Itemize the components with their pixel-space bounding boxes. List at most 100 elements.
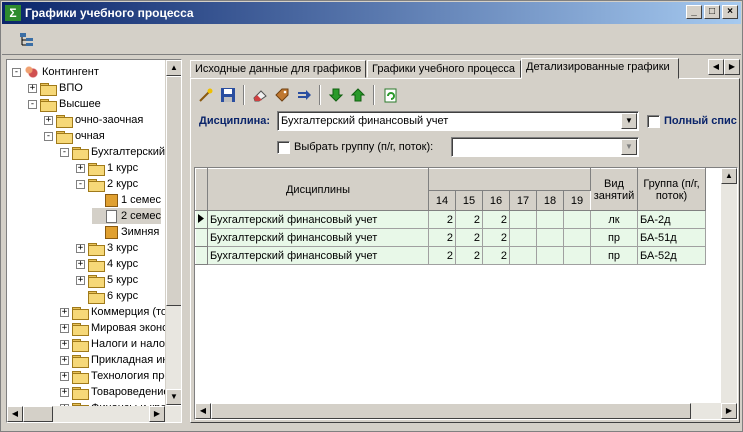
column-header-week[interactable]: 15 (455, 190, 483, 211)
collapse-icon[interactable]: - (12, 67, 21, 77)
tree-item[interactable]: 6 курс (76, 288, 138, 304)
column-header-group[interactable]: Группа (п/г, поток) (637, 168, 706, 211)
current-row-indicator-icon[interactable] (195, 210, 208, 229)
scroll-right-icon[interactable]: ▶ (721, 403, 737, 419)
tree-item[interactable]: + Коммерция (тор (60, 304, 169, 320)
cell-w19[interactable] (563, 246, 591, 265)
row-indicator[interactable] (195, 246, 208, 265)
tag-icon[interactable] (271, 84, 293, 106)
tab-scroll-right-icon[interactable]: ▶ (724, 59, 740, 75)
expand-icon[interactable]: + (28, 83, 37, 93)
expand-icon[interactable]: + (76, 163, 85, 173)
column-header-discipline[interactable]: Дисциплины (207, 168, 429, 211)
collapse-icon[interactable]: - (44, 131, 53, 141)
cell-w18[interactable] (536, 228, 564, 247)
chevron-down-icon[interactable]: ▼ (621, 113, 637, 129)
tree-item[interactable]: + ВПО (28, 80, 83, 96)
collapse-icon[interactable]: - (28, 99, 37, 109)
eraser-icon[interactable] (249, 84, 271, 106)
save-icon[interactable] (217, 84, 239, 106)
cell-w14[interactable]: 2 (428, 228, 456, 247)
tab-detailed-schedules[interactable]: Детализированные графики (521, 58, 679, 79)
expand-icon[interactable]: + (76, 243, 85, 253)
discipline-combobox[interactable]: Бухгалтерский финансовый учет ▼ (277, 111, 639, 131)
tree-item[interactable]: +3 курс (76, 240, 138, 256)
column-header-week[interactable]: 14 (428, 190, 456, 211)
tree-view-icon[interactable] (18, 31, 36, 49)
tree-item[interactable]: +5 курс (76, 272, 138, 288)
cell-w16[interactable]: 2 (482, 246, 510, 265)
table-row[interactable]: Бухгалтерский финансовый учет 2 2 2 пр БА-52д (195, 246, 706, 265)
table-row[interactable]: Бухгалтерский финансовый учет 2 2 2 пр БА-51д (195, 228, 706, 247)
close-button[interactable]: × (722, 5, 738, 19)
tree-item[interactable]: + Технология пре (60, 368, 169, 384)
expand-icon[interactable]: + (60, 339, 69, 349)
tree-scroll-thumb[interactable] (166, 76, 181, 306)
cell-w15[interactable]: 2 (455, 228, 483, 247)
tree-item[interactable]: Зимняя (92, 224, 159, 240)
tree-hscroll-thumb[interactable] (23, 406, 53, 422)
tree-item[interactable]: + Товароведение (60, 384, 169, 400)
group-combobox[interactable]: ▼ (451, 137, 639, 157)
scroll-up-icon[interactable]: ▲ (166, 60, 181, 76)
select-group-checkbox[interactable] (277, 141, 290, 154)
cell-w16[interactable]: 2 (482, 228, 510, 247)
expand-icon[interactable]: + (60, 323, 69, 333)
column-header-week[interactable]: 17 (509, 190, 537, 211)
cell-type[interactable]: пр (590, 228, 638, 247)
expand-icon[interactable]: + (60, 371, 69, 381)
tree-item[interactable]: - Контингент (12, 64, 99, 80)
tab-scroll-left-icon[interactable]: ◀ (708, 59, 724, 75)
magic-wand-icon[interactable] (195, 84, 217, 106)
tree-item[interactable]: + Мировая эконо (60, 320, 168, 336)
scroll-left-icon[interactable]: ◀ (7, 406, 23, 422)
expand-icon[interactable]: + (76, 259, 85, 269)
tree-item[interactable]: - 2 курс (76, 176, 138, 192)
full-list-checkbox[interactable] (647, 115, 660, 128)
expand-icon[interactable]: + (44, 115, 53, 125)
cell-w17[interactable] (509, 210, 537, 229)
tree-item[interactable]: + очно-заочная (44, 112, 143, 128)
scroll-left-icon[interactable]: ◀ (195, 403, 211, 419)
cell-w18[interactable] (536, 246, 564, 265)
tree-item[interactable]: + Прикладная ин (60, 352, 168, 368)
scroll-up-icon[interactable]: ▲ (721, 168, 737, 184)
table-row[interactable]: Бухгалтерский финансовый учет 2 2 2 лк БА-2д (195, 210, 706, 229)
maximize-button[interactable]: □ (704, 5, 720, 19)
tree-item[interactable]: - Бухгалтерский (60, 144, 165, 160)
expand-icon[interactable]: + (60, 307, 69, 317)
minimize-button[interactable]: _ (686, 5, 702, 19)
cell-type[interactable]: пр (590, 246, 638, 265)
cell-w18[interactable] (536, 210, 564, 229)
arrow-right-icon[interactable] (293, 84, 315, 106)
cell-w17[interactable] (509, 228, 537, 247)
collapse-icon[interactable]: - (76, 179, 85, 189)
cell-w17[interactable] (509, 246, 537, 265)
tab-process-schedules[interactable]: Графики учебного процесса (367, 60, 521, 78)
cell-w19[interactable] (563, 228, 591, 247)
column-header-type[interactable]: Вид занятий (590, 168, 638, 211)
move-down-icon[interactable] (325, 84, 347, 106)
cell-type[interactable]: лк (590, 210, 638, 229)
tree-horizontal-scrollbar[interactable]: ◀ ▶ (7, 406, 181, 422)
cell-w16[interactable]: 2 (482, 210, 510, 229)
tree-item[interactable]: - Высшее (28, 96, 101, 112)
column-header-week[interactable]: 16 (482, 190, 510, 211)
cell-group[interactable]: БА-51д (637, 228, 706, 247)
cell-w15[interactable]: 2 (455, 210, 483, 229)
column-header-week[interactable]: 18 (536, 190, 564, 211)
grid-hscroll-thumb[interactable] (211, 403, 691, 419)
refresh-icon[interactable] (379, 84, 401, 106)
scroll-right-icon[interactable]: ▶ (149, 406, 165, 422)
title-bar[interactable]: Σ Графики учебного процесса _ □ × (2, 2, 741, 24)
column-header-week[interactable]: 19 (563, 190, 591, 211)
tree-item[interactable]: - очная (44, 128, 105, 144)
tree-vertical-scrollbar[interactable]: ▲ ▼ (165, 60, 181, 405)
grid-vertical-scrollbar[interactable]: ▲ (721, 168, 737, 403)
cell-group[interactable]: БА-52д (637, 246, 706, 265)
collapse-icon[interactable]: - (60, 147, 69, 157)
cell-w19[interactable] (563, 210, 591, 229)
cell-w14[interactable]: 2 (428, 246, 456, 265)
cell-w14[interactable]: 2 (428, 210, 456, 229)
cell-discipline[interactable]: Бухгалтерский финансовый учет (207, 228, 429, 247)
